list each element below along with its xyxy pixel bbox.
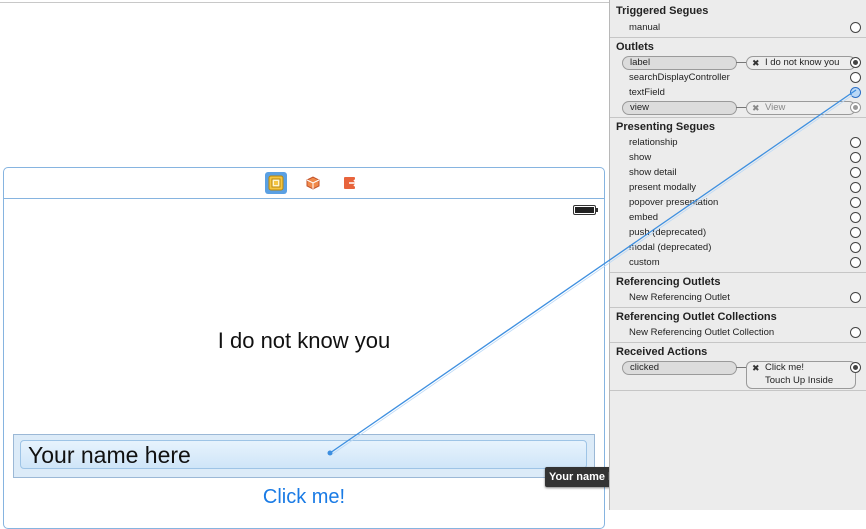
outlet-pill: label [622, 56, 737, 70]
connection-circle[interactable] [850, 197, 861, 208]
connections-inspector: Triggered Segues manual Outlets label ✖ … [609, 0, 866, 510]
outlet-row-label[interactable]: label ✖ I do not know you [610, 55, 866, 70]
segue-row[interactable]: relationship [610, 135, 866, 150]
canvas-divider [0, 2, 609, 3]
section-title: Received Actions [616, 346, 708, 358]
row-label: show detail [629, 167, 677, 178]
segue-row[interactable]: embed [610, 210, 866, 225]
connection-circle[interactable] [850, 57, 861, 68]
scene-dock [4, 168, 604, 199]
row-label: embed [629, 212, 659, 223]
outlet-name: view [630, 102, 650, 113]
row-label: New Referencing Outlet [629, 292, 730, 303]
view-controller-icon[interactable] [265, 172, 287, 194]
disconnect-icon[interactable]: ✖ [752, 362, 760, 374]
referencing-outlet-collections-section: Referencing Outlet Collections New Refer… [610, 307, 866, 343]
battery-icon [573, 205, 598, 215]
connection-circle[interactable] [850, 167, 861, 178]
connection-circle[interactable] [850, 257, 861, 268]
action-row-clicked[interactable]: clicked ✖ Click me! Touch Up Inside [610, 360, 866, 390]
outlet-target: ✖ I do not know you [746, 56, 856, 70]
connection-circle[interactable] [850, 227, 861, 238]
connection-circle[interactable] [850, 87, 861, 98]
connection-circle[interactable] [850, 242, 861, 253]
section-title: Referencing Outlets [616, 276, 721, 288]
connection-circle[interactable] [850, 212, 861, 223]
action-pill: clicked [622, 361, 737, 375]
connection-circle[interactable] [850, 182, 861, 193]
outlet-row-textfield[interactable]: textField [610, 85, 866, 100]
section-title: Referencing Outlet Collections [616, 311, 777, 323]
connection-line [736, 367, 746, 368]
action-name: clicked [630, 362, 660, 373]
view-controller-scene[interactable]: I do not know you Your name here Click m… [3, 167, 605, 529]
connection-line [736, 62, 746, 63]
section-title: Outlets [616, 41, 654, 53]
storyboard-canvas[interactable]: I do not know you Your name here Click m… [0, 0, 619, 529]
segue-row[interactable]: show [610, 150, 866, 165]
disconnect-icon[interactable]: ✖ [752, 57, 760, 69]
new-referencing-outlet-collection-row[interactable]: New Referencing Outlet Collection [610, 325, 866, 340]
outlets-section: Outlets label ✖ I do not know you search… [610, 37, 866, 118]
click-me-button[interactable]: Click me! [4, 486, 604, 509]
row-label: push (deprecated) [629, 227, 707, 238]
event-label: Touch Up Inside [765, 375, 834, 386]
name-label[interactable]: I do not know you [4, 328, 604, 354]
textfield-selection[interactable]: Your name here [13, 434, 595, 478]
connection-circle[interactable] [850, 152, 861, 163]
exit-icon[interactable] [340, 172, 362, 194]
outlet-row-view[interactable]: view ✖ View [610, 100, 866, 115]
outlet-row-searchdisplaycontroller[interactable]: searchDisplayController [610, 70, 866, 85]
connection-circle[interactable] [850, 22, 861, 33]
section-title: Triggered Segues [616, 5, 709, 17]
outlet-pill: view [622, 101, 737, 115]
row-label: modal (deprecated) [629, 242, 712, 253]
disconnect-icon[interactable]: ✖ [752, 102, 760, 114]
connection-circle[interactable] [850, 137, 861, 148]
outlet-name: label [630, 57, 651, 68]
connection-line [736, 107, 746, 108]
connection-circle[interactable] [850, 102, 861, 113]
segue-row-manual[interactable]: manual [610, 20, 866, 35]
target-label: I do not know you [765, 57, 840, 68]
new-referencing-outlet-row[interactable]: New Referencing Outlet [610, 290, 866, 305]
row-label: custom [629, 257, 660, 268]
presenting-segues-section: Presenting Segues relationship show show… [610, 117, 866, 273]
segue-row[interactable]: show detail [610, 165, 866, 180]
referencing-outlets-section: Referencing Outlets New Referencing Outl… [610, 272, 866, 308]
target-label: View [765, 102, 786, 113]
row-label: textField [629, 87, 665, 98]
name-text-field[interactable]: Your name here [20, 440, 587, 469]
drag-tooltip: Your name here [545, 467, 619, 487]
row-label: manual [629, 22, 661, 33]
section-title: Presenting Segues [616, 121, 716, 133]
first-responder-icon[interactable] [302, 172, 324, 194]
triggered-segues-section: Triggered Segues manual [610, 0, 866, 38]
row-label: searchDisplayController [629, 72, 730, 83]
connection-circle[interactable] [850, 327, 861, 338]
connection-circle[interactable] [850, 72, 861, 83]
connection-circle[interactable] [850, 362, 861, 373]
received-actions-section: Received Actions clicked ✖ Click me! Tou… [610, 342, 866, 391]
segue-row[interactable]: modal (deprecated) [610, 240, 866, 255]
row-label: popover presentation [629, 197, 719, 208]
segue-row[interactable]: popover presentation [610, 195, 866, 210]
segue-row[interactable]: custom [610, 255, 866, 270]
connection-circle[interactable] [850, 292, 861, 303]
segue-row[interactable]: present modally [610, 180, 866, 195]
row-label: relationship [629, 137, 678, 148]
row-label: present modally [629, 182, 697, 193]
segue-row[interactable]: push (deprecated) [610, 225, 866, 240]
action-target: ✖ Click me! Touch Up Inside [746, 361, 856, 389]
outlet-target: ✖ View [746, 101, 856, 115]
row-label: New Referencing Outlet Collection [629, 327, 775, 338]
target-label: Click me! [765, 362, 805, 373]
row-label: show [629, 152, 652, 163]
